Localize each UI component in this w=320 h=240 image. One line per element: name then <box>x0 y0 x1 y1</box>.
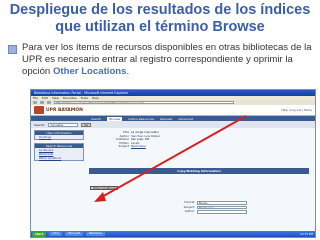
start-button[interactable]: start <box>32 231 47 237</box>
bullet-text-end: . <box>126 66 130 77</box>
menu-favorites[interactable]: Favorites <box>63 96 77 100</box>
copy-holding-bar: Copy/Holding Information <box>89 168 309 174</box>
refresh-icon[interactable] <box>47 101 51 104</box>
record-details: Title La droga (cannabis) Author Sánchez… <box>111 130 231 149</box>
author-field[interactable] <box>197 210 247 214</box>
menu-tools[interactable]: Tools <box>81 96 88 100</box>
address-bar[interactable]: http://biblioteca.upr.edu/uhtbin/cgisirs… <box>54 101 234 104</box>
menu-file[interactable]: File <box>33 96 38 100</box>
taskbar-item[interactable]: Biblioteca <box>86 231 105 237</box>
library-brand: UPR BAYAMÓN <box>46 107 83 113</box>
search-resources-panel: Search Resources La Tercera Rectorado Ot… <box>34 143 84 161</box>
header-links[interactable]: Help | Log out | Home <box>281 108 312 112</box>
record-label: Subject <box>118 144 129 149</box>
panel-link-holdings[interactable]: Holdings <box>35 135 83 139</box>
form-row: Author: <box>181 210 247 214</box>
bullet-square-icon <box>8 45 17 54</box>
tab-browse[interactable]: Browse <box>107 116 123 121</box>
panel-link-other-locations[interactable]: Other Locations <box>35 156 83 160</box>
taskbar-clock: 12:15 PM <box>299 232 313 236</box>
catalog-header: UPR BAYAMÓN Help | Log out | Home <box>31 105 315 116</box>
other-locations-highlight: Other Locations <box>52 66 127 77</box>
bullet-point: Para ver los ítems de recursos disponibl… <box>8 42 314 78</box>
forward-icon[interactable] <box>40 101 44 104</box>
search-label: Search: <box>34 122 46 127</box>
window-title: Biblioteca Information Portal - Microsof… <box>34 91 129 95</box>
other-locations-button[interactable]: Other Locations <box>90 186 119 190</box>
library-logo <box>34 106 44 114</box>
subject-field[interactable]: Marihuana <box>197 205 247 210</box>
format-field[interactable]: Books <box>197 201 247 205</box>
tab-request[interactable]: Request <box>160 117 172 121</box>
menu-edit[interactable]: Edit <box>42 96 48 100</box>
form-label: Author: <box>184 209 195 214</box>
record-subject-link[interactable]: Marihuana <box>131 145 146 149</box>
search-strip: Search: Cannabis Go <box>31 121 315 128</box>
bullet-text: Para ver los ítems de recursos disponibl… <box>22 42 314 78</box>
windows-taskbar: start Inbox Microsoft Biblioteca 12:15 P… <box>31 231 315 237</box>
catalog-content: User Information Holdings Search Resourc… <box>31 128 315 231</box>
tab-online-resources[interactable]: Online Resources <box>128 117 154 121</box>
taskbar-item[interactable]: Microsoft <box>65 231 84 237</box>
back-icon[interactable] <box>33 101 37 104</box>
catalog-screenshot: Biblioteca Information Portal - Microsof… <box>30 89 316 238</box>
user-information-panel: User Information Holdings <box>34 130 84 140</box>
record-row: Subject Marihuana <box>111 145 231 149</box>
menu-view[interactable]: View <box>52 96 59 100</box>
search-input[interactable]: Cannabis <box>48 122 79 127</box>
tab-search[interactable]: Search <box>91 117 101 121</box>
search-go-button[interactable]: Go <box>81 122 92 127</box>
menu-help[interactable]: Help <box>92 96 99 100</box>
tab-advanced[interactable]: Advanced <box>178 117 193 121</box>
taskbar-item[interactable]: Inbox <box>49 231 63 237</box>
record-form: Format: Books Subject: Marihuana Author: <box>181 200 247 215</box>
left-panel: User Information Holdings Search Resourc… <box>34 130 84 164</box>
slide-title: Despliegue de los resultados de los índi… <box>9 2 311 35</box>
